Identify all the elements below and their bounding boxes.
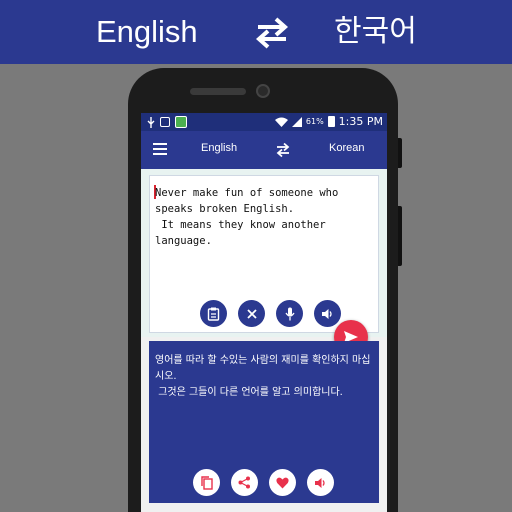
voice-input-button[interactable] — [276, 300, 303, 327]
swap-languages-icon[interactable] — [275, 142, 291, 158]
copy-button[interactable] — [193, 469, 220, 496]
microphone-icon — [284, 307, 295, 320]
phone-camera — [256, 84, 270, 98]
speaker-icon — [315, 477, 325, 488]
clipboard-icon — [207, 307, 220, 321]
share-button[interactable] — [231, 469, 258, 496]
phone-power-button — [398, 138, 402, 168]
signal-icon — [291, 116, 302, 127]
speaker-icon — [322, 308, 332, 319]
clear-button[interactable] — [238, 300, 265, 327]
speak-source-button[interactable] — [314, 300, 341, 327]
paste-button[interactable] — [200, 300, 227, 327]
banner-source-language: English — [96, 14, 198, 49]
image-notification-icon — [160, 117, 170, 127]
battery-percent: 61% — [305, 117, 324, 126]
menu-icon[interactable] — [153, 143, 167, 155]
output-card: 영어를 따라 할 수있는 사람의 재미를 확인하지 마십시오. 그것은 그들이 … — [149, 341, 379, 503]
favorite-button[interactable] — [269, 469, 296, 496]
copy-icon — [200, 475, 213, 490]
status-bar: 61% 1:35 PM — [141, 113, 387, 131]
usb-icon — [147, 116, 155, 128]
close-icon — [246, 308, 257, 319]
input-card: Never make fun of someone who speaks bro… — [149, 175, 379, 333]
source-language-selector[interactable]: English — [201, 142, 237, 154]
phone-screen: 61% 1:35 PM English Korean Never make fu… — [141, 113, 387, 512]
battery-icon — [327, 116, 335, 127]
app-bar: English Korean — [141, 131, 387, 169]
share-icon — [238, 476, 250, 489]
phone-volume-button — [398, 206, 402, 266]
promo-banner: English 한국어 — [0, 0, 512, 64]
translated-text: 영어를 따라 할 수있는 사람의 재미를 확인하지 마십시오. 그것은 그들이 … — [155, 355, 371, 398]
swap-arrows-icon — [255, 17, 289, 49]
source-text-input[interactable]: Never make fun of someone who speaks bro… — [155, 185, 373, 249]
wifi-icon — [274, 117, 288, 127]
banner-target-language: 한국어 — [334, 14, 417, 49]
app-notification-icon — [175, 116, 187, 128]
target-language-selector[interactable]: Korean — [329, 142, 364, 154]
phone-speaker — [190, 88, 246, 95]
speak-translation-button[interactable] — [307, 469, 334, 496]
heart-icon — [276, 477, 289, 488]
status-time: 1:35 PM — [338, 115, 383, 128]
